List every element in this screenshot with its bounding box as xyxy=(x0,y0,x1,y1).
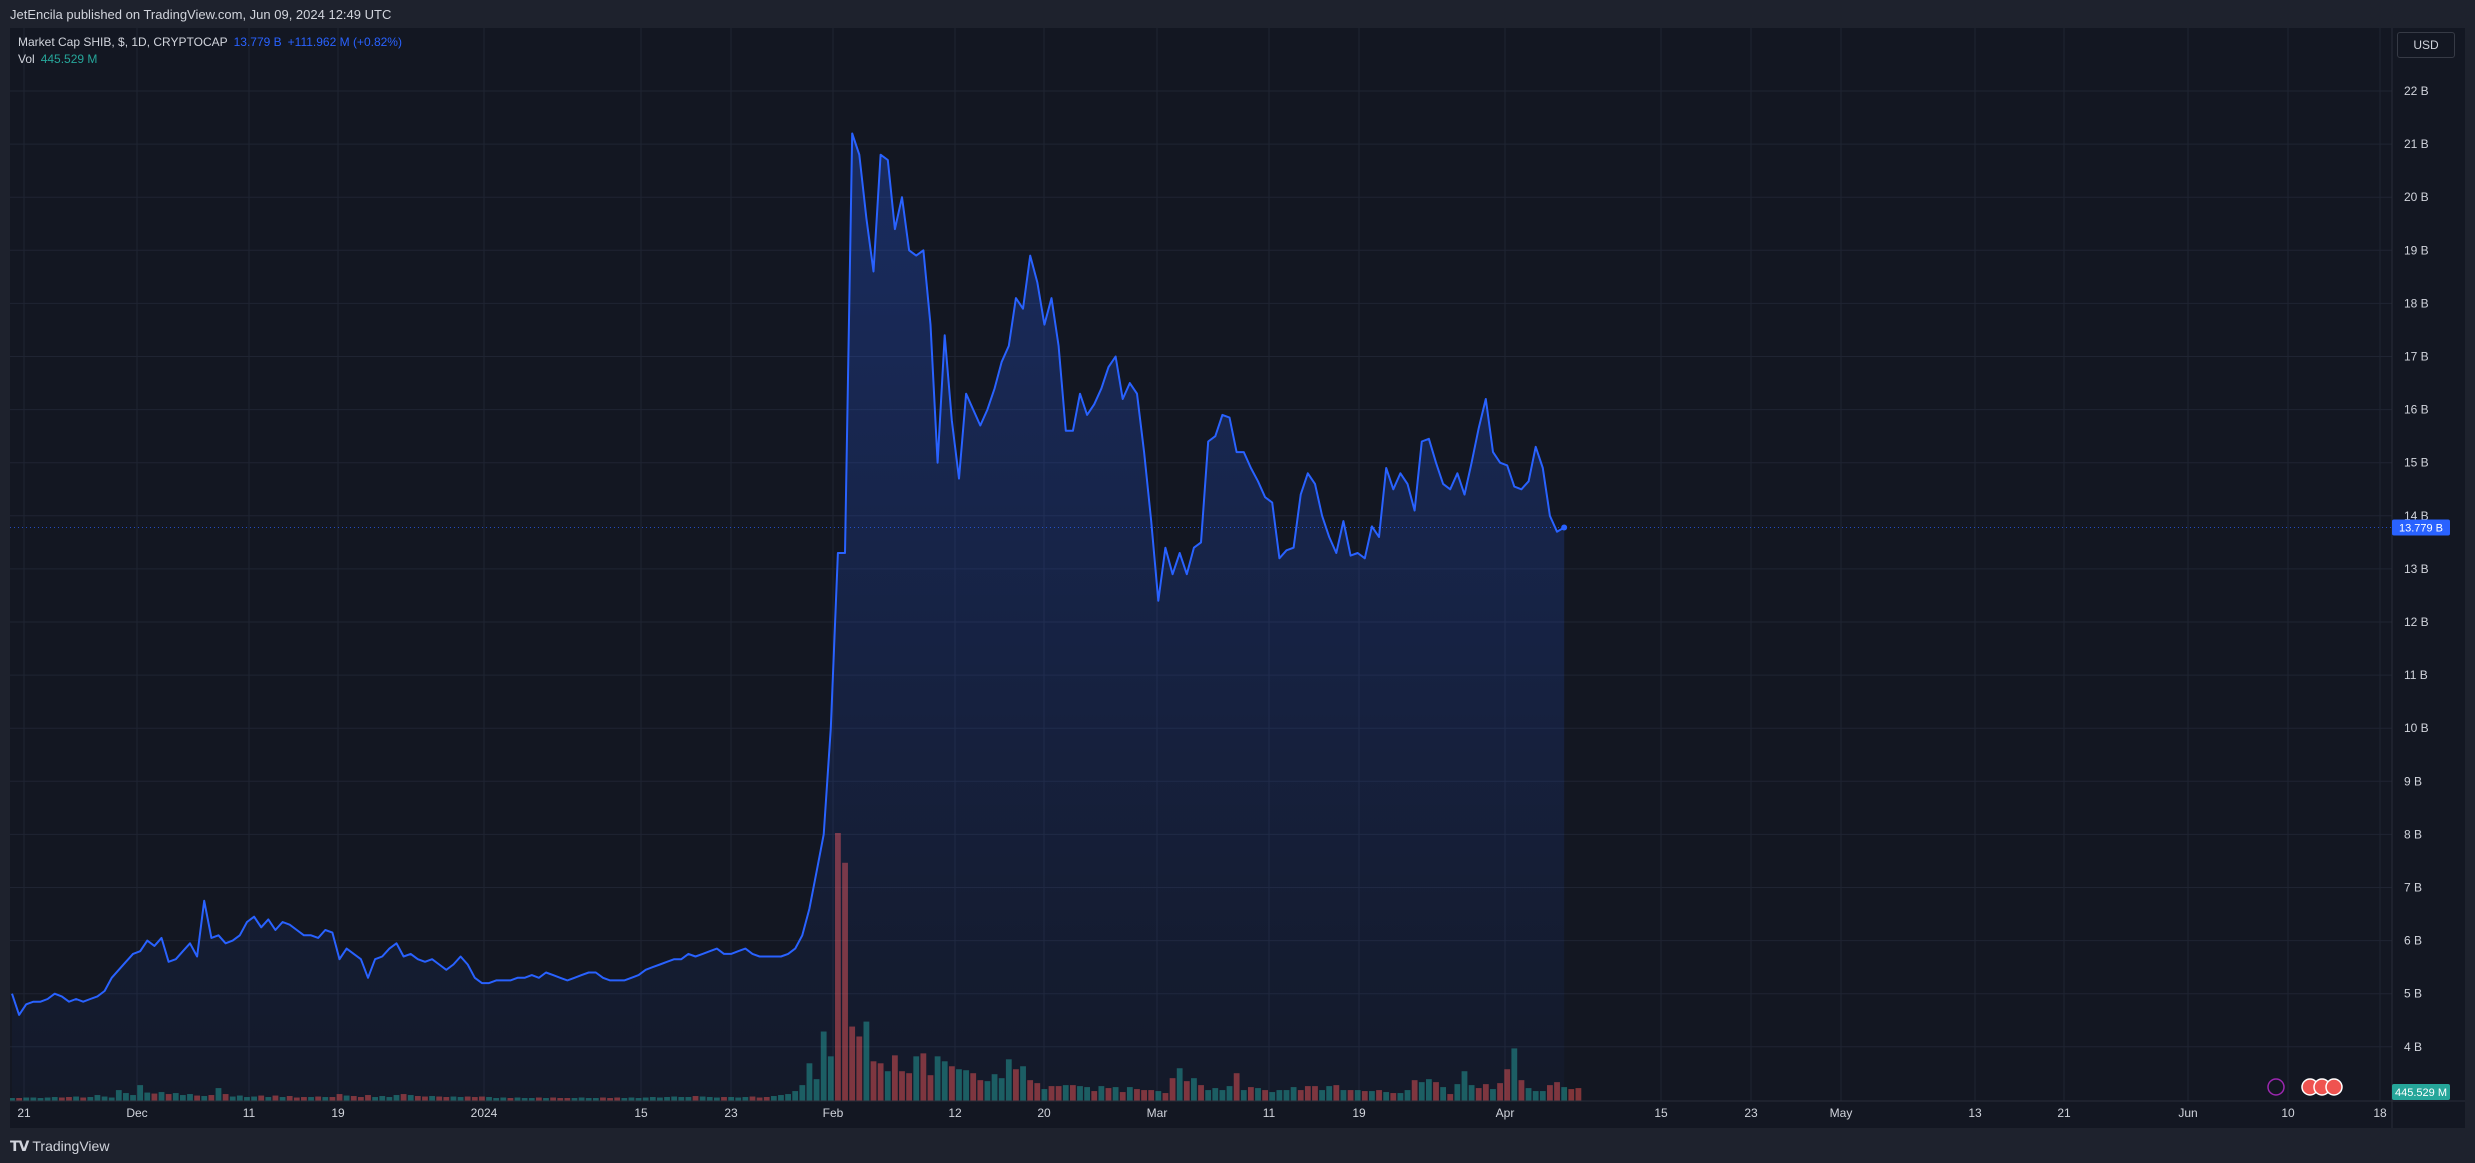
time-tick-label: 23 xyxy=(724,1106,738,1120)
price-tick-label: 8 B xyxy=(2404,827,2422,841)
price-tick-label: 21 B xyxy=(2404,137,2429,151)
legend-last-value: 13.779 B xyxy=(233,35,282,49)
price-tick-label: 22 B xyxy=(2404,84,2429,98)
time-tick-label: Mar xyxy=(1147,1106,1168,1120)
footer-bar: TV TradingView xyxy=(0,1128,2475,1163)
price-tick-label: 12 B xyxy=(2404,615,2429,629)
time-tick-label: 19 xyxy=(331,1106,345,1120)
time-tick-label: 10 xyxy=(2281,1106,2295,1120)
time-tick-label: 11 xyxy=(243,1106,256,1120)
tradingview-brand: TradingView xyxy=(32,1138,110,1154)
price-tick-label: 20 B xyxy=(2404,190,2429,204)
price-tick-label: 5 B xyxy=(2404,987,2422,1001)
tradingview-logo[interactable]: TV TradingView xyxy=(10,1138,109,1155)
time-tick-label: Jun xyxy=(2178,1106,2197,1120)
time-tick-label: 15 xyxy=(634,1106,648,1120)
time-axis[interactable]: 21 Dec 11 19 2024 15 23 Feb 12 20 Mar 11 19 Apr 15 23 Ma… xyxy=(17,1106,2387,1120)
time-tick-label: 23 xyxy=(1744,1106,1758,1120)
time-tick-label: 2024 xyxy=(471,1106,498,1120)
price-tick-label: 4 B xyxy=(2404,1040,2422,1054)
currency-button[interactable]: USD xyxy=(2397,32,2455,58)
market-cap-area-fill xyxy=(12,133,1565,1101)
time-tick-label: 18 xyxy=(2373,1106,2387,1120)
time-tick-label: 21 xyxy=(17,1106,31,1120)
publish-header: JetEncila published on TradingView.com, … xyxy=(0,0,2475,28)
last-volume-label: 445.529 M xyxy=(2395,1087,2447,1099)
legend-volume-label: Vol xyxy=(18,52,35,66)
price-tick-label: 15 B xyxy=(2404,456,2429,470)
price-tick-label: 16 B xyxy=(2404,403,2429,417)
economic-event-flag-icon[interactable] xyxy=(2325,1078,2343,1096)
volume-bar xyxy=(1568,1089,1575,1101)
event-markers[interactable] xyxy=(2267,1078,2343,1096)
last-point-dot xyxy=(1561,524,1568,531)
time-tick-label: May xyxy=(1830,1106,1853,1120)
market-cap-area xyxy=(10,132,2392,1101)
volume-bar xyxy=(1575,1088,1582,1101)
time-tick-label: 13 xyxy=(1968,1106,1982,1120)
price-tick-label: 11 B xyxy=(2404,668,2428,682)
price-tick-label: 17 B xyxy=(2404,350,2429,364)
time-tick-label: Apr xyxy=(1496,1106,1515,1120)
lightning-event-icon[interactable] xyxy=(2267,1078,2285,1096)
time-tick-label: Dec xyxy=(126,1106,147,1120)
chart-legend: Market Cap SHIB, $, 1D, CRYPTOCAP 13.779 … xyxy=(18,34,402,68)
time-tick-label: 19 xyxy=(1352,1106,1366,1120)
price-tick-label: 13 B xyxy=(2404,562,2429,576)
time-tick-label: Feb xyxy=(823,1106,844,1120)
chart-pane[interactable]: 22 B 21 B 20 B 19 B 18 B 17 B 16 B 15 B 14 B 13 B… xyxy=(10,28,2465,1128)
price-tick-label: 9 B xyxy=(2404,774,2422,788)
price-tick-label: 10 B xyxy=(2404,721,2429,735)
legend-symbol: Market Cap SHIB, $, 1D, CRYPTOCAP xyxy=(18,35,228,49)
legend-volume-row[interactable]: Vol 445.529 M xyxy=(18,51,402,68)
time-tick-label: 21 xyxy=(2057,1106,2071,1120)
time-tick-label: 15 xyxy=(1654,1106,1668,1120)
price-tick-label: 7 B xyxy=(2404,881,2422,895)
tradingview-logo-icon: TV xyxy=(10,1139,29,1155)
time-tick-label: 11 xyxy=(1263,1106,1276,1120)
legend-change: +111.962 M (+0.82%) xyxy=(287,35,402,49)
legend-volume-value: 445.529 M xyxy=(40,52,98,66)
market-cap-chart[interactable]: 22 B21 B20 B19 B18 B17 B16 B15 B14 B13 B… xyxy=(10,28,2465,1128)
legend-symbol-row[interactable]: Market Cap SHIB, $, 1D, CRYPTOCAP 13.779 … xyxy=(18,34,402,51)
price-tick-label: 18 B xyxy=(2404,296,2429,310)
last-price-label: 13.779 B xyxy=(2399,522,2443,534)
time-tick-label: 12 xyxy=(948,1106,962,1120)
price-tick-label: 6 B xyxy=(2404,934,2422,948)
publish-text: JetEncila published on TradingView.com, … xyxy=(10,7,392,22)
price-tick-label: 19 B xyxy=(2404,243,2429,257)
time-tick-label: 20 xyxy=(1037,1106,1051,1120)
